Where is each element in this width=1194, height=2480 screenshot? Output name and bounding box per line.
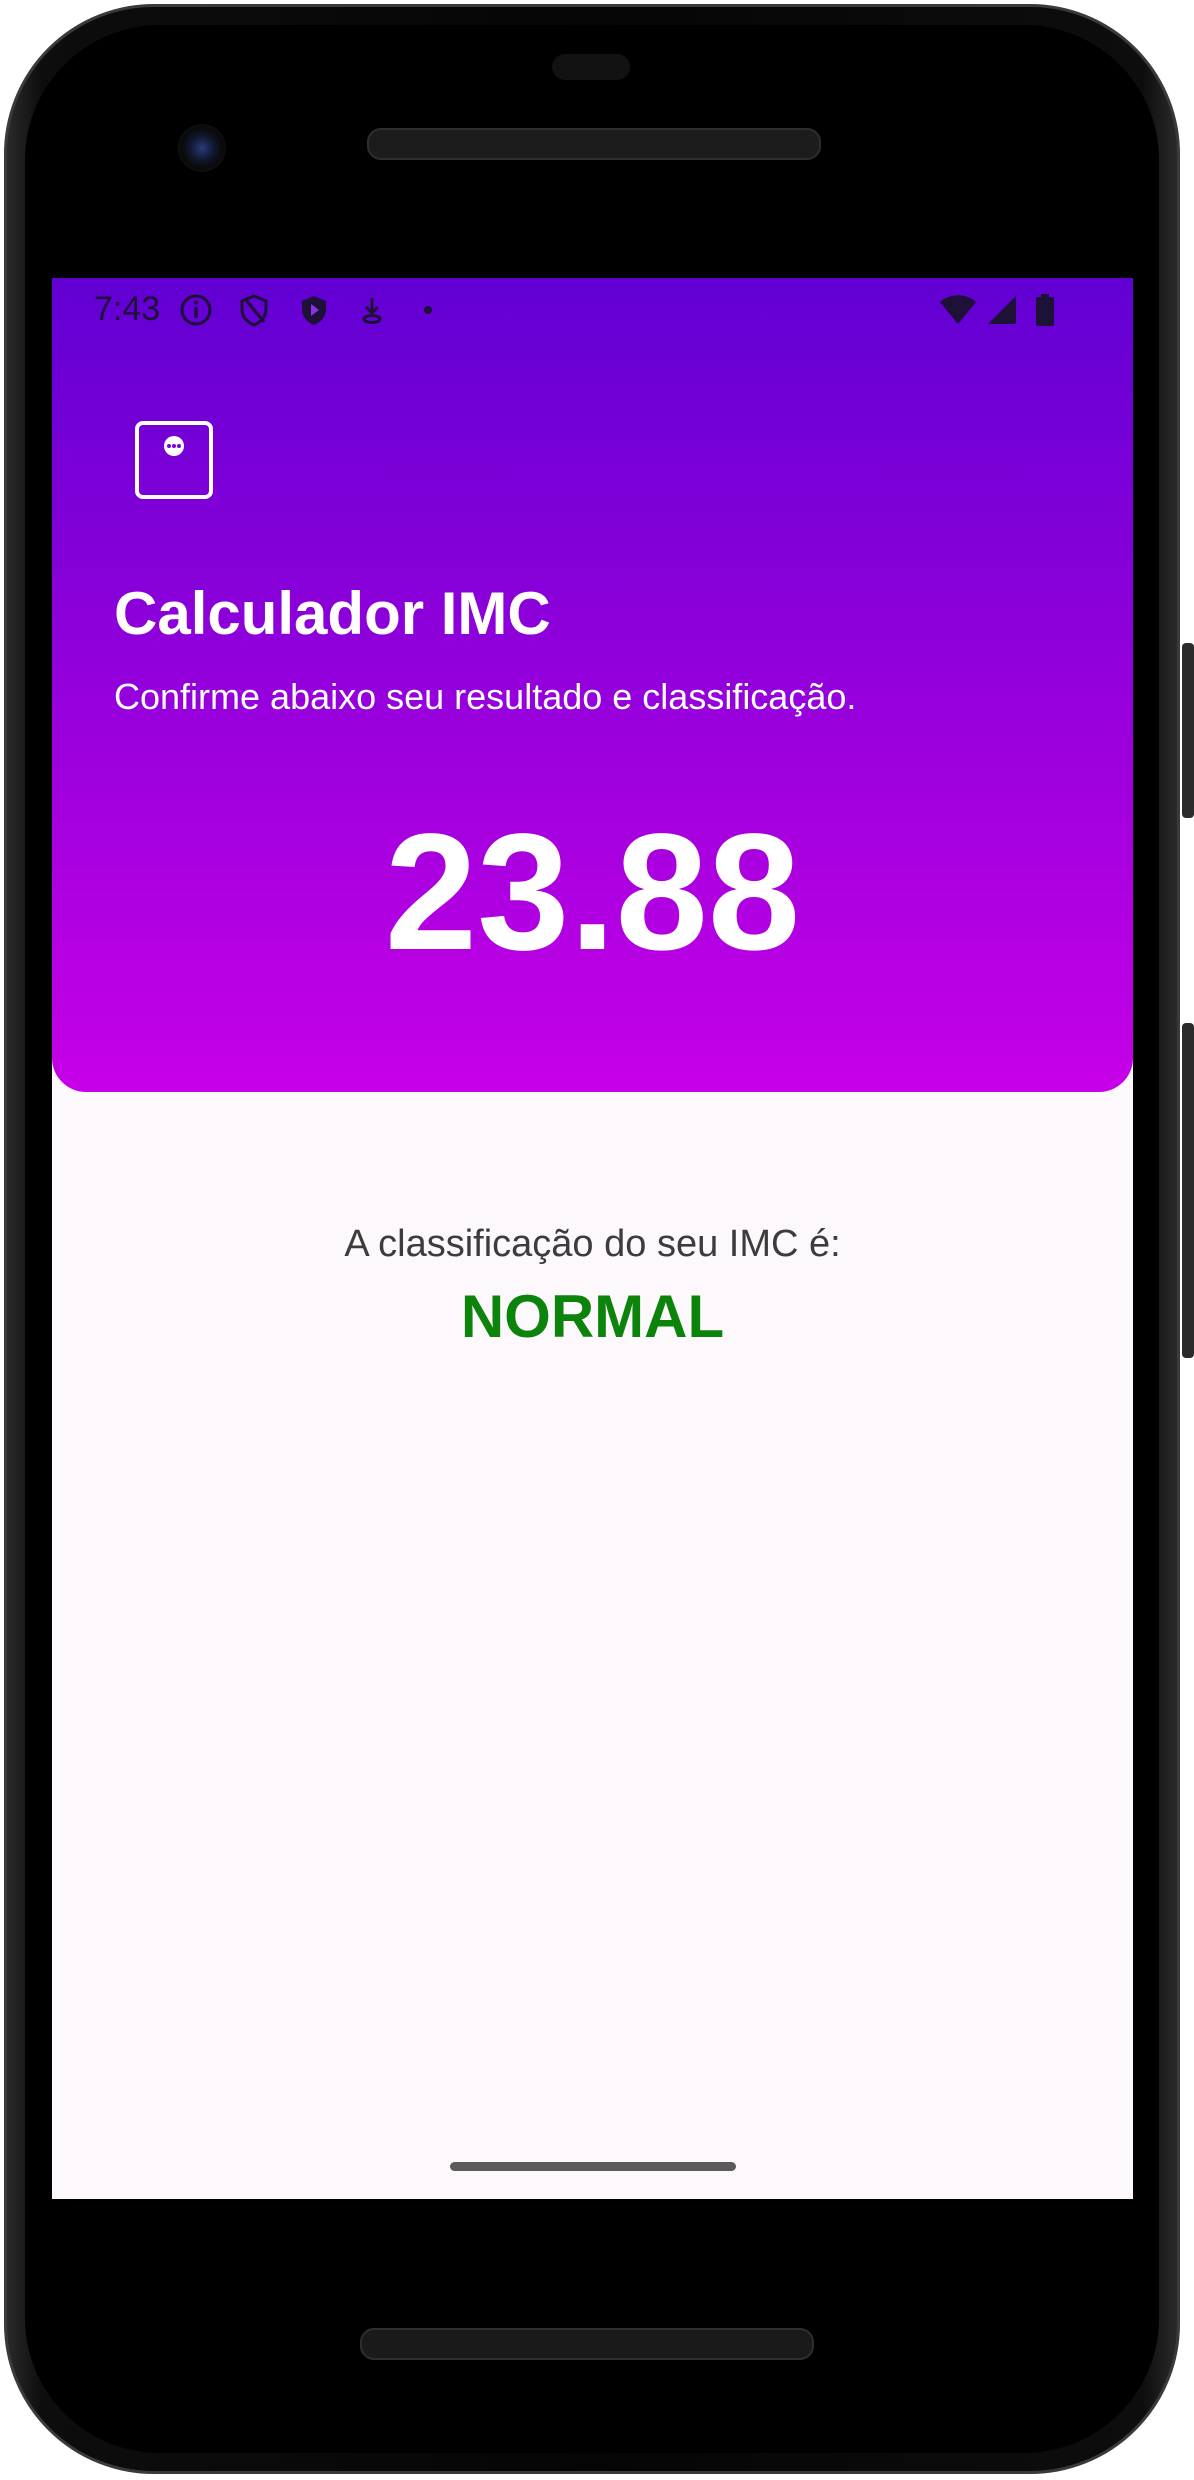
- vpn-shield-icon: [240, 294, 268, 327]
- more-dots-icon: [164, 436, 184, 456]
- page-subtitle: Confirme abaixo seu resultado e classifi…: [114, 676, 857, 717]
- page-title: Calculador IMC: [114, 580, 551, 647]
- dot-icon: [424, 306, 432, 314]
- earpiece-speaker: [367, 128, 821, 160]
- phone-frame: 7:43 Calculador IMC Confirme abaixo seu …: [0, 0, 1194, 2480]
- info-icon: [180, 294, 212, 326]
- battery-icon: [1036, 294, 1054, 326]
- play-protect-icon: [302, 296, 326, 325]
- status-bar: 7:43: [52, 278, 1133, 342]
- status-time: 7:43: [94, 290, 161, 328]
- home-indicator[interactable]: [450, 2162, 736, 2171]
- bottom-speaker: [360, 2328, 814, 2360]
- wifi-icon: [940, 295, 976, 324]
- result-header: 7:43 Calculador IMC Confirme abaixo seu …: [52, 278, 1133, 1092]
- bmi-value: 23.88: [384, 800, 801, 985]
- front-camera: [178, 124, 226, 172]
- classification-label: A classificação do seu IMC é:: [344, 1223, 841, 1265]
- power-button: [1182, 643, 1194, 818]
- cell-signal-icon: [988, 296, 1016, 324]
- app-screen: 7:43 Calculador IMC Confirme abaixo seu …: [52, 278, 1133, 2199]
- dots-box-icon[interactable]: [135, 421, 213, 499]
- volume-button: [1182, 1023, 1194, 1358]
- proximity-sensor: [552, 54, 630, 80]
- download-icon: [362, 298, 382, 324]
- classification-value: NORMAL: [460, 1283, 725, 1350]
